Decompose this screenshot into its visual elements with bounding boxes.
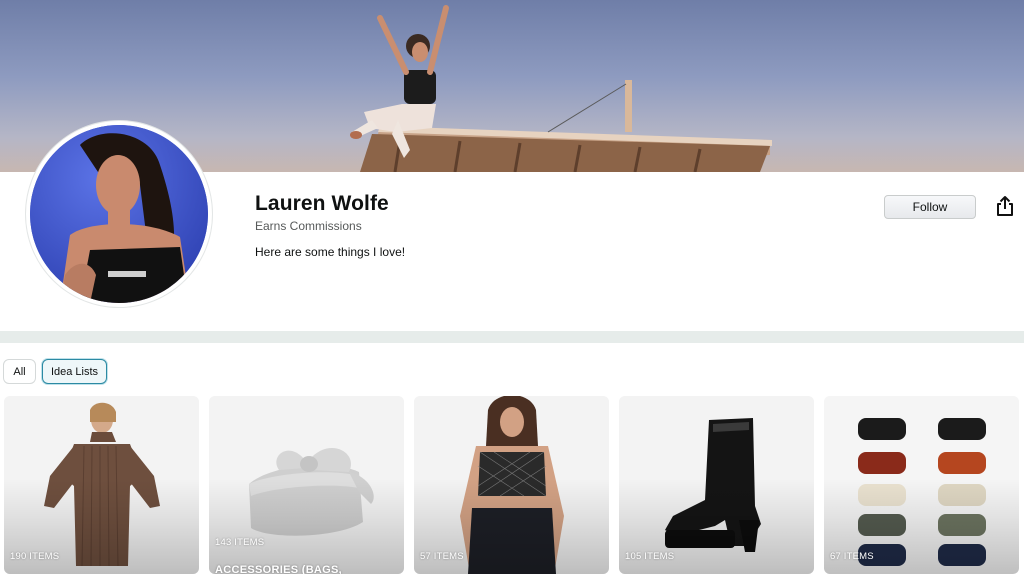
card-gradient-overlay: [209, 479, 404, 574]
profile-avatar: [26, 121, 212, 307]
card-title: ACCESSORIES (BAGS,: [215, 564, 343, 574]
earns-commissions-label: Earns Commissions: [255, 219, 362, 233]
follow-button[interactable]: Follow: [884, 195, 976, 219]
section-divider: [0, 331, 1024, 343]
idea-list-card[interactable]: 57 ITEMS: [414, 396, 609, 574]
card-item-count: 67 ITEMS: [830, 551, 874, 562]
card-item-count: 105 ITEMS: [625, 551, 675, 562]
idea-list-card[interactable]: 143 ITEMS ACCESSORIES (BAGS,: [209, 396, 404, 574]
profile-bio: Here are some things I love!: [255, 245, 406, 259]
profile-name: Lauren Wolfe: [255, 192, 389, 215]
filter-chip-all[interactable]: All: [3, 359, 36, 384]
filter-chip-idea-lists[interactable]: Idea Lists: [42, 359, 107, 384]
idea-list-card[interactable]: 190 ITEMS: [4, 396, 199, 574]
idea-list-card[interactable]: 105 ITEMS: [619, 396, 814, 574]
card-item-count: 143 ITEMS: [215, 537, 265, 548]
idea-list-card[interactable]: 67 ITEMS: [824, 396, 1019, 574]
card-item-count: 57 ITEMS: [420, 551, 464, 562]
card-item-count: 190 ITEMS: [10, 551, 60, 562]
share-icon[interactable]: [995, 195, 1015, 217]
